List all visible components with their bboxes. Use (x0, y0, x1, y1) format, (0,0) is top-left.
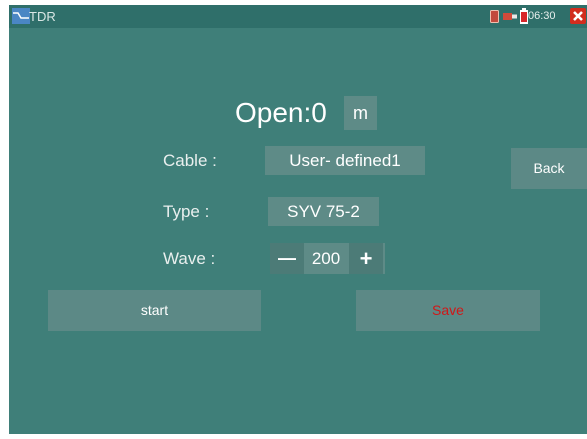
wave-stepper: — 200 + (270, 243, 385, 274)
wave-increase-button[interactable]: + (349, 243, 383, 274)
clock: 06:30 (528, 10, 556, 22)
cable-status-label: Open:0 (235, 97, 327, 128)
length-unit-selector[interactable]: m (344, 96, 377, 130)
tdr-app-icon[interactable] (12, 8, 30, 24)
wave-value: 200 (311, 249, 341, 268)
wave-label: Wave : (163, 249, 216, 268)
length-value: 0 (311, 97, 327, 128)
cable-selector[interactable]: User- defined1 (265, 146, 425, 175)
cable-label: Cable : (163, 151, 217, 170)
app-title: TDR (29, 9, 56, 24)
wave-decrease-button[interactable]: — (270, 243, 304, 274)
type-label: Type : (163, 202, 210, 221)
close-icon[interactable] (570, 8, 586, 24)
type-selector[interactable]: SYV 75-2 (268, 197, 379, 226)
back-button[interactable]: Back (511, 148, 587, 189)
sd-card-icon (490, 10, 499, 23)
battery-icon (520, 8, 528, 24)
save-button[interactable]: Save (356, 290, 540, 331)
start-button[interactable]: start (48, 290, 261, 331)
tdr-screen: TDR 06:30 Open:0 m Cable : User- defined… (9, 5, 587, 434)
status-bar: TDR 06:30 (9, 5, 587, 28)
usb-icon (503, 13, 517, 20)
